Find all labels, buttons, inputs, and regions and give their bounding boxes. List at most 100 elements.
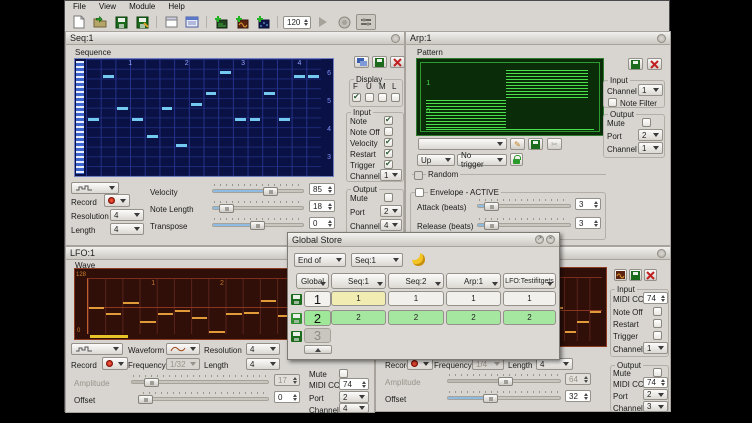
arp-latch-button[interactable] (510, 153, 523, 166)
lfo1-output-port-combo[interactable]: 2 (339, 391, 369, 403)
seq-sequence-display[interactable]: 1 2 3 4 6 5 4 3 (74, 58, 334, 177)
dialog-float-icon[interactable]: ↗ (535, 235, 544, 244)
lfo2-offset-slider[interactable] (447, 391, 561, 403)
arp-random-checkbox[interactable] (414, 171, 423, 180)
seq-input-velocity-checkbox[interactable] (384, 138, 393, 147)
seq-note[interactable] (162, 107, 173, 110)
menu-help[interactable]: Help (168, 2, 184, 12)
menu-module[interactable]: Module (129, 2, 155, 12)
jack-transport-toggle[interactable] (356, 14, 376, 30)
arp-input-channel-combo[interactable]: 1 (638, 84, 663, 96)
seq-resolution-combo[interactable]: 4 (110, 209, 144, 221)
store-row2-button[interactable]: 2 (304, 310, 331, 326)
seq-duplicate-module-button[interactable] (354, 56, 369, 68)
seq-input-trigger-checkbox[interactable] (384, 160, 393, 169)
lfo-step[interactable] (244, 312, 259, 314)
arp-attack-slider[interactable] (477, 199, 571, 211)
tempo-spin-arrows[interactable] (304, 19, 308, 26)
lfo1-amplitude-spinbox[interactable]: 17 (274, 374, 300, 386)
arp-release-slider[interactable] (477, 218, 571, 230)
add-lfo-button[interactable] (233, 14, 251, 30)
store-row1-save-icon[interactable] (291, 294, 302, 305)
seq-note[interactable] (250, 118, 261, 121)
lfo2-input-channel-combo[interactable]: 1 (643, 342, 668, 354)
lfo2-input-trigger-checkbox[interactable] (653, 331, 662, 340)
seq-velocity-spinbox[interactable]: 85 (309, 183, 335, 195)
seq-notelength-slider[interactable] (212, 201, 304, 213)
arp-rename-module-button[interactable] (628, 58, 643, 70)
seq-input-note-checkbox[interactable] (384, 116, 393, 125)
lfo1-output-cc-spinbox[interactable]: 74 (339, 378, 369, 390)
menu-file[interactable]: File (73, 2, 86, 12)
seq-output-port-combo[interactable]: 2 (380, 205, 402, 217)
store-column-global[interactable]: Global (296, 273, 329, 289)
seq-input-channel-combo[interactable]: 1 (380, 169, 402, 181)
lfo-step[interactable] (123, 302, 138, 304)
new-window-button[interactable] (162, 14, 180, 30)
arp-output-channel-combo[interactable]: 1 (638, 142, 663, 154)
store-cell[interactable]: 1 (388, 291, 444, 306)
lfo-step[interactable] (261, 300, 276, 302)
seq-record-button[interactable] (104, 194, 130, 207)
arp-pattern-display[interactable]: 1 0 (416, 58, 604, 136)
lfo-step[interactable] (209, 331, 224, 333)
seq-display-f-checkbox[interactable] (352, 93, 361, 102)
store-cell[interactable]: 2 (331, 310, 386, 325)
lfo-step[interactable] (590, 311, 601, 313)
seq-rename-module-button[interactable] (372, 56, 387, 68)
lfo1-frequency-combo[interactable]: 1/32 (166, 358, 200, 370)
seq-note[interactable] (206, 92, 217, 95)
seq-velocity-slider[interactable] (212, 184, 304, 196)
lfo1-offset-slider[interactable] (141, 392, 269, 404)
store-column-lfo[interactable]: LFO:Testifitgets (503, 273, 556, 289)
lfo1-output-mute-checkbox[interactable] (339, 369, 348, 378)
seq-note[interactable] (220, 71, 231, 74)
lfo-step[interactable] (158, 313, 173, 315)
seq-note[interactable] (235, 118, 246, 121)
seq-output-mute-checkbox[interactable] (384, 193, 393, 202)
arp-direction-combo[interactable]: Up (417, 154, 455, 166)
lfo2-delete-module-button[interactable] (644, 269, 657, 281)
lfo2-output-cc-spinbox[interactable]: 74 (643, 377, 668, 388)
lfo1-wave-preset-combo[interactable] (71, 343, 123, 355)
play-button[interactable] (314, 14, 332, 30)
lfo-step[interactable] (192, 317, 207, 319)
store-cell[interactable]: 1 (446, 291, 501, 306)
store-row1-button[interactable]: 1 (304, 291, 331, 307)
seq-note[interactable] (132, 118, 143, 121)
lfo1-resolution-combo[interactable]: 4 (246, 343, 280, 355)
lfo-step[interactable] (175, 310, 190, 312)
store-column-seq2[interactable]: Seq:2 (388, 273, 444, 289)
lfo-step[interactable] (106, 313, 121, 315)
store-cell[interactable]: 1 (331, 291, 386, 306)
lfo1-amplitude-slider[interactable] (131, 375, 269, 387)
open-file-button[interactable] (91, 14, 109, 30)
store-cell[interactable]: 2 (388, 310, 444, 325)
seq-display-l-checkbox[interactable] (391, 93, 400, 102)
lfo1-output-channel-combo[interactable]: 4 (339, 403, 369, 413)
store-collapse-button[interactable] (304, 345, 332, 354)
seq-note[interactable] (88, 118, 99, 121)
seq-notelength-spinbox[interactable]: 18 (309, 200, 335, 212)
arp-release-spinbox[interactable]: 3 (575, 217, 601, 229)
arp-pattern-combo[interactable] (418, 138, 507, 150)
lfo2-amplitude-spinbox[interactable]: 64 (565, 373, 591, 385)
store-cell[interactable]: 2 (503, 310, 556, 325)
new-file-button[interactable] (70, 14, 88, 30)
arp-float-icon[interactable] (657, 34, 666, 43)
lfo-step[interactable] (226, 313, 241, 315)
seq-transpose-spinbox[interactable]: 0 (309, 217, 335, 229)
seq-display-m-checkbox[interactable] (378, 93, 387, 102)
store-column-seq1[interactable]: Seq:1 (331, 273, 386, 289)
seq-note[interactable] (264, 92, 275, 95)
store-column-arp1[interactable]: Arp:1 (446, 273, 501, 289)
lfo2-duplicate-module-button[interactable] (614, 269, 627, 281)
lfo2-offset-spinbox[interactable]: 32 (565, 390, 591, 402)
seq-note[interactable] (279, 118, 290, 121)
seq-output-channel-combo[interactable]: 4 (380, 219, 402, 231)
lfo2-float-icon[interactable] (657, 249, 666, 258)
lfo2-rename-module-button[interactable] (629, 269, 642, 281)
seq-length-combo[interactable]: 4 (110, 223, 144, 235)
seq-note[interactable] (103, 75, 114, 78)
lfo1-record-button[interactable] (102, 357, 128, 370)
